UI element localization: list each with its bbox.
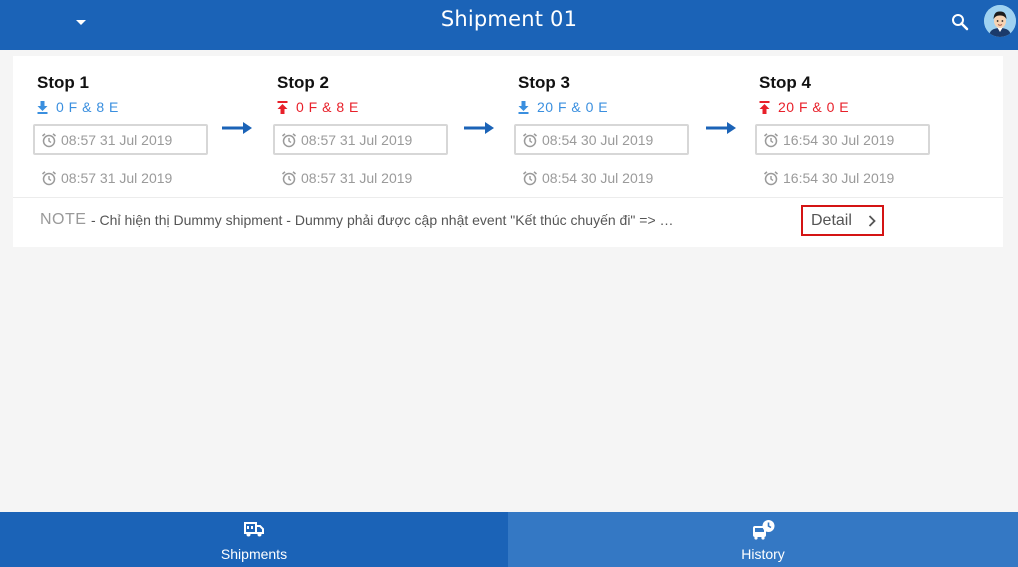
tab-label: Shipments [220,546,288,562]
stop-name: Stop 1 [37,73,89,92]
planned-time-text: 08:57 31 Jul 2019 [301,131,413,148]
download-icon [37,100,48,114]
tab-history[interactable]: History [508,512,1018,567]
chevron-right-icon [868,215,876,227]
stop-load-text: 0 F & 8 E [56,99,119,115]
alarm-clock-icon [764,171,778,186]
detail-button[interactable]: Detail [801,205,884,236]
planned-time-field[interactable]: 16:54 30 Jul 2019 [755,124,930,155]
tab-shipments[interactable]: Shipments [0,512,508,567]
actual-time: 08:57 31 Jul 2019 [41,168,172,188]
user-avatar[interactable] [984,5,1016,37]
arrow-right-icon [221,121,253,135]
alarm-clock-icon [282,171,296,186]
actual-time-text: 08:57 31 Jul 2019 [301,170,413,186]
alarm-clock-icon [42,132,56,147]
planned-time-text: 16:54 30 Jul 2019 [783,131,895,148]
arrow-right-icon [463,121,495,135]
alarm-clock-icon [523,171,537,186]
planned-time-field[interactable]: 08:57 31 Jul 2019 [33,124,208,155]
upload-icon [759,100,770,114]
actual-time-text: 16:54 30 Jul 2019 [783,170,895,186]
stop-load: 20 F & 0 E [518,99,608,115]
actual-time: 08:54 30 Jul 2019 [522,168,653,188]
stop-load-text: 20 F & 0 E [537,99,609,115]
stop-load: 20 F & 0 E [759,99,849,115]
detail-button-label: Detail [811,211,852,229]
bottom-navigation: Shipments History [0,512,1018,567]
actual-time-text: 08:54 30 Jul 2019 [542,170,654,186]
stop-name: Stop 3 [518,73,570,92]
truck-icon [243,519,265,539]
divider [13,197,1003,198]
actual-time-text: 08:57 31 Jul 2019 [61,170,173,186]
app-header: Shipment 01 [0,0,1018,50]
planned-time-field[interactable]: 08:54 30 Jul 2019 [514,124,689,155]
alarm-clock-icon [282,132,296,147]
stop-name: Stop 2 [277,73,329,92]
stop-load: 0 F & 8 E [37,99,119,115]
planned-time-text: 08:54 30 Jul 2019 [542,131,654,148]
note-text: - Chỉ hiện thị Dummy shipment - Dummy ph… [91,212,681,228]
actual-time: 16:54 30 Jul 2019 [763,168,894,188]
stop-load-text: 0 F & 8 E [296,99,359,115]
alarm-clock-icon [764,132,778,147]
arrow-right-icon [705,121,737,135]
stop-load: 0 F & 8 E [277,99,359,115]
shipment-card: Stop 1 0 F & 8 E 08:57 31 Jul 2019 08:57… [13,56,1003,247]
bus-history-icon [752,519,775,540]
stop-load-text: 20 F & 0 E [778,99,850,115]
note-label: NOTE [40,211,87,228]
upload-icon [277,100,288,114]
planned-time-field[interactable]: 08:57 31 Jul 2019 [273,124,448,155]
page-title: Shipment 01 [440,7,578,31]
download-icon [518,100,529,114]
search-icon[interactable] [950,12,970,32]
actual-time: 08:57 31 Jul 2019 [281,168,412,188]
alarm-clock-icon [523,132,537,147]
tab-label: History [741,546,785,562]
alarm-clock-icon [42,171,56,186]
planned-time-text: 08:57 31 Jul 2019 [61,131,173,148]
stop-name: Stop 4 [759,73,811,92]
